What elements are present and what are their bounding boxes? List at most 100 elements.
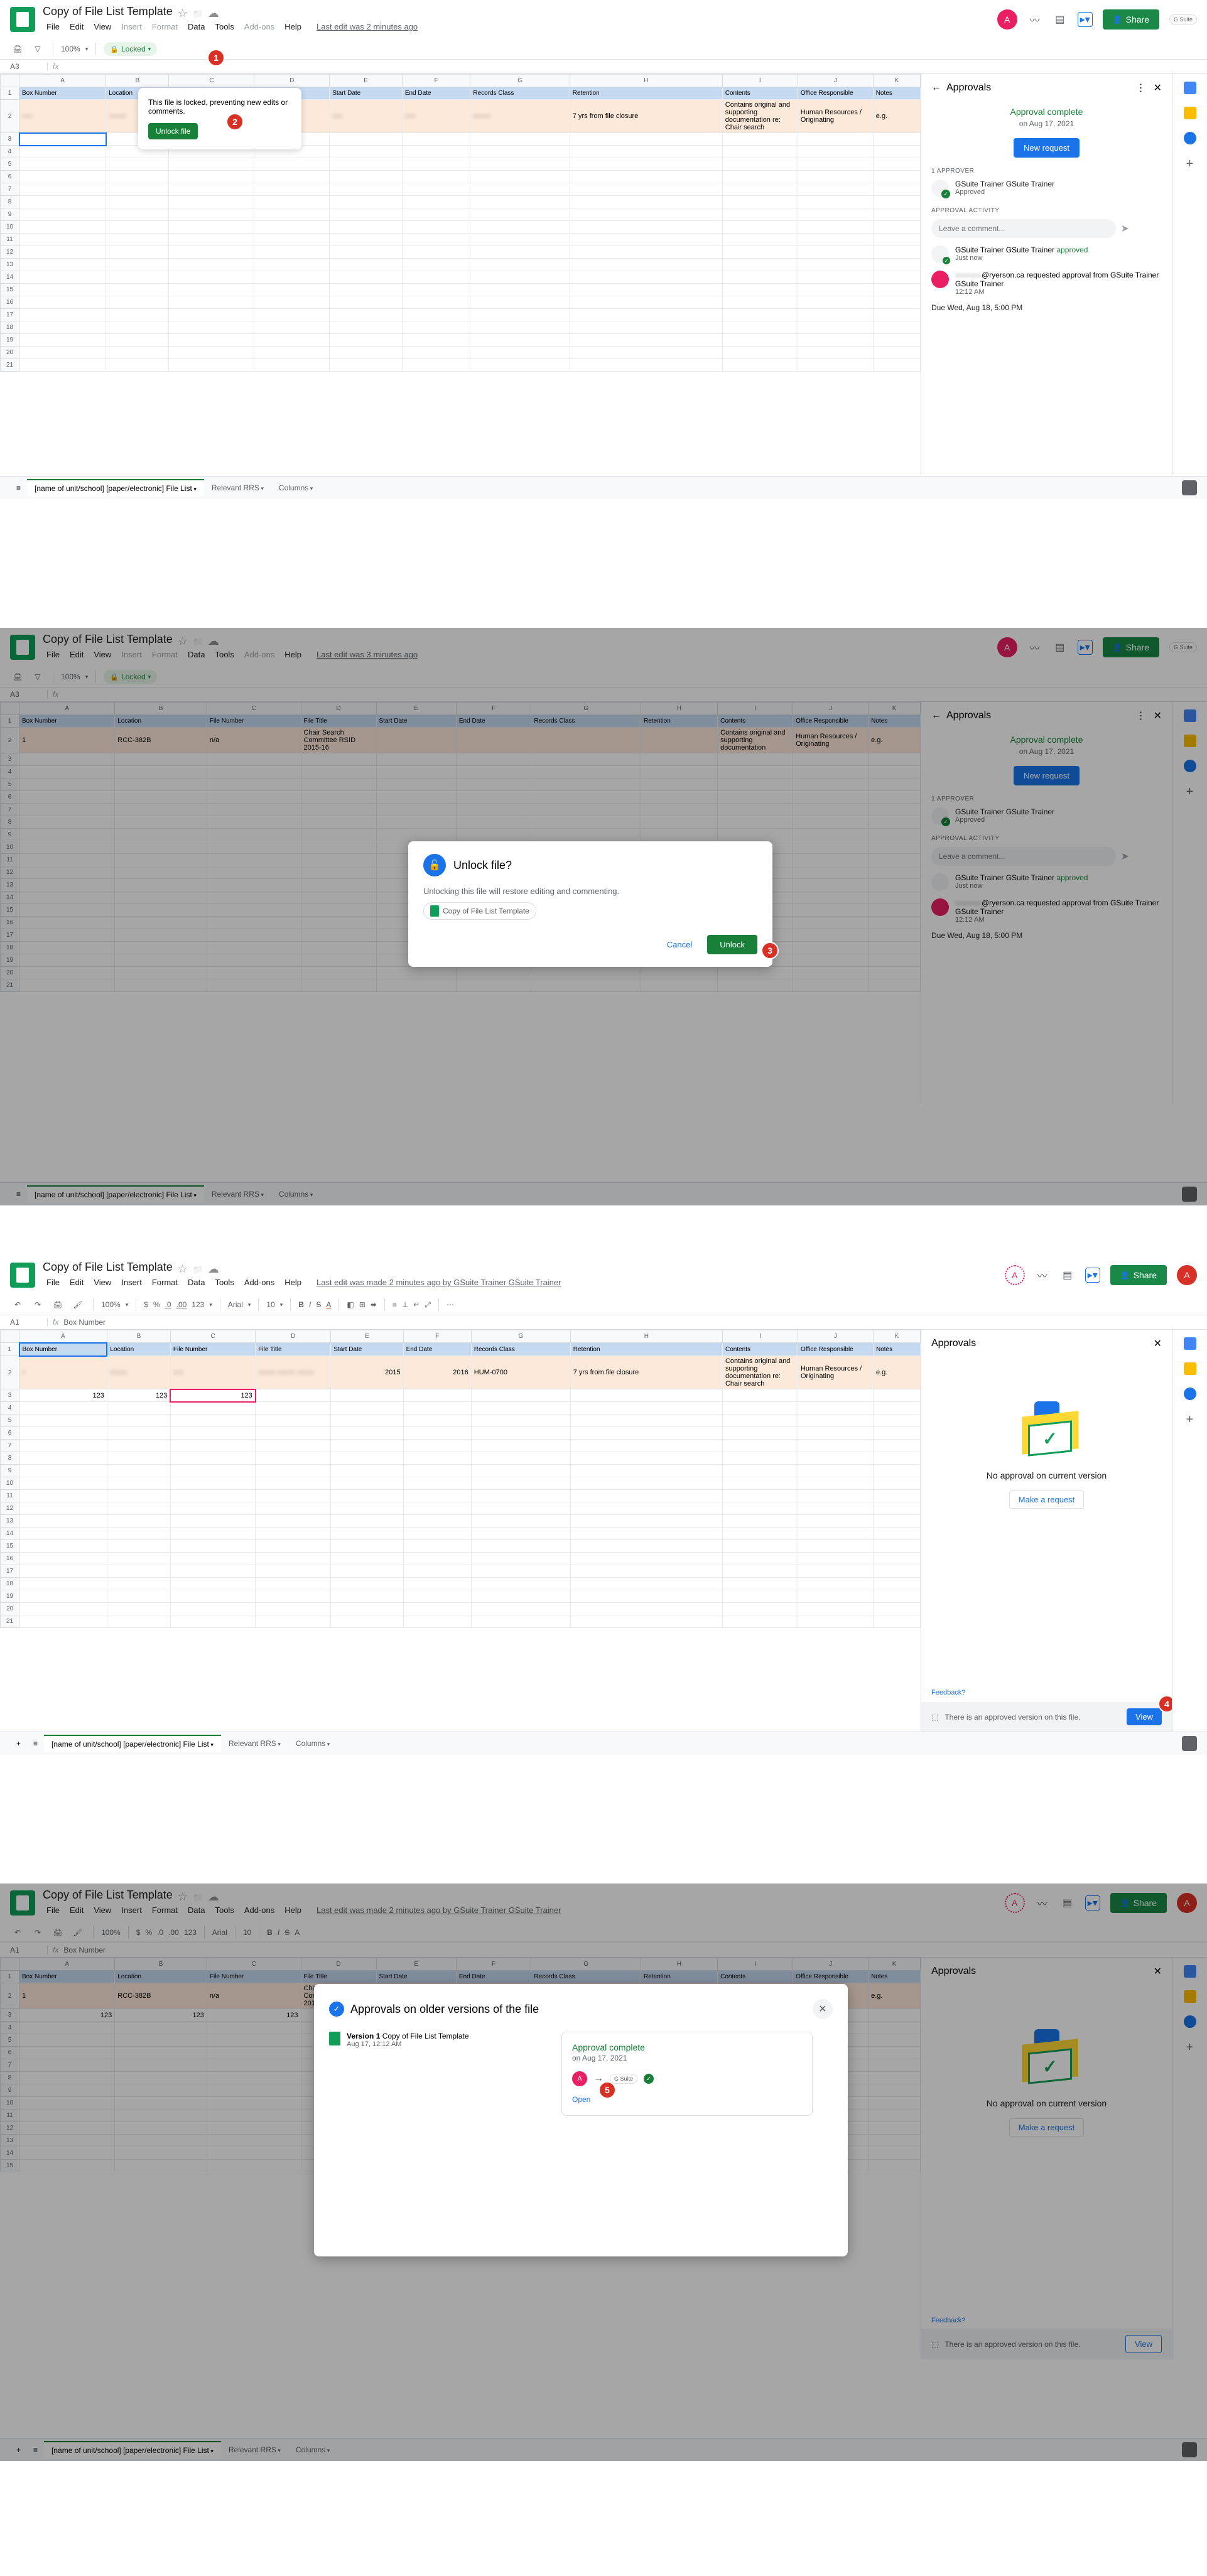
annotation-badge-5: 5	[598, 2081, 616, 2099]
new-request-button[interactable]: New request	[1014, 138, 1080, 158]
open-link[interactable]: Open	[572, 2095, 590, 2104]
star-icon[interactable]	[178, 635, 188, 645]
currency-btn[interactable]: $	[144, 1300, 148, 1309]
redo-icon[interactable]	[30, 1297, 45, 1312]
explore-icon[interactable]	[1182, 480, 1197, 495]
doc-title[interactable]: Copy of File List Template	[43, 5, 173, 18]
view-button[interactable]: View	[1125, 2335, 1162, 2353]
locked-tooltip: This file is locked, preventing new edit…	[138, 88, 301, 149]
approval-complete-label: Approval complete	[931, 107, 1162, 117]
presence-avatar[interactable]: A	[1005, 1265, 1025, 1285]
more-toolbar[interactable]: ⋯	[447, 1300, 454, 1309]
file-chip[interactable]: Copy of File List Template	[423, 902, 536, 920]
more-formats-btn[interactable]: 123	[192, 1300, 204, 1309]
menu-data[interactable]: Data	[184, 19, 208, 34]
tasks-icon[interactable]	[1184, 132, 1196, 144]
menu-file[interactable]: File	[43, 19, 63, 34]
tab-main[interactable]: [name of unit/school] [paper/electronic]…	[27, 479, 204, 497]
doc-title[interactable]: Copy of File List Template	[43, 1261, 173, 1274]
zoom-select[interactable]: 100%	[61, 45, 80, 53]
borders-btn[interactable]: ⊞	[359, 1300, 365, 1309]
tab-columns[interactable]: Columns	[271, 480, 320, 496]
unlock-file-button[interactable]: Unlock file	[148, 123, 198, 139]
undo-icon[interactable]	[10, 1297, 25, 1312]
present-icon[interactable]: ▸▾	[1078, 12, 1093, 27]
dec-increase-btn[interactable]: .00	[176, 1300, 187, 1309]
menu-view[interactable]: View	[90, 19, 115, 34]
approvals-title: Approvals	[946, 82, 1136, 94]
merge-btn[interactable]: ⬌	[371, 1300, 377, 1309]
approval-date: on Aug 17, 2021	[931, 119, 1162, 128]
approvals-modal-icon: ✓	[329, 2002, 344, 2017]
dec-decrease-btn[interactable]: .0	[165, 1300, 171, 1309]
move-folder-icon[interactable]	[193, 635, 203, 645]
font-select[interactable]: Arial	[228, 1300, 243, 1309]
valign-btn[interactable]: ⊥	[402, 1300, 408, 1309]
add-addon-icon[interactable]	[1186, 157, 1194, 171]
back-arrow-icon[interactable]	[931, 82, 946, 94]
menu-help[interactable]: Help	[281, 19, 305, 34]
last-edit-link[interactable]: Last edit was 2 minutes ago	[313, 19, 421, 34]
percent-btn[interactable]: %	[153, 1300, 160, 1309]
name-box[interactable]: A3	[10, 62, 48, 71]
calendar-icon[interactable]	[1184, 82, 1196, 94]
menu-edit[interactable]: Edit	[66, 19, 87, 34]
close-modal-icon[interactable]: ✕	[813, 1999, 833, 2019]
move-folder-icon[interactable]	[193, 7, 203, 17]
stamp-illustration	[1009, 1395, 1085, 1458]
bold-btn[interactable]: B	[298, 1300, 304, 1309]
feedback-link[interactable]: Feedback?	[931, 1689, 965, 1696]
approved-check-icon: ✓	[644, 2074, 654, 2084]
paint-format-icon[interactable]	[70, 1297, 85, 1312]
send-icon[interactable]	[1121, 222, 1129, 235]
sheets-logo[interactable]	[10, 1890, 35, 1916]
comments-icon[interactable]: ▤	[1053, 12, 1068, 27]
wrap-btn[interactable]: ↵	[413, 1300, 419, 1309]
activity-avatar: ✓	[931, 245, 949, 263]
print-icon[interactable]	[50, 1297, 65, 1312]
sheets-logo[interactable]	[10, 7, 35, 32]
cancel-button[interactable]: Cancel	[657, 935, 702, 954]
menu-insert: Insert	[117, 19, 146, 34]
make-request-button[interactable]: Make a request	[1009, 1490, 1085, 1509]
locked-chip[interactable]: Locked ▾	[104, 42, 157, 56]
filter-icon[interactable]	[30, 41, 45, 57]
share-button[interactable]: Share	[1103, 9, 1159, 30]
strike-btn[interactable]: S	[316, 1300, 321, 1309]
account-avatar[interactable]: A	[1177, 1265, 1197, 1285]
keep-icon[interactable]	[1184, 107, 1196, 119]
doc-title[interactable]: Copy of File List Template	[43, 1889, 173, 1902]
presence-avatar[interactable]: A	[997, 637, 1017, 657]
move-folder-icon[interactable]	[193, 1263, 203, 1273]
presence-avatar[interactable]: A	[997, 9, 1017, 30]
close-icon[interactable]	[1154, 82, 1162, 94]
star-icon[interactable]	[178, 7, 188, 17]
italic-btn[interactable]: I	[309, 1300, 311, 1309]
activity-icon[interactable]: 〰	[1027, 12, 1042, 27]
doc-title[interactable]: Copy of File List Template	[43, 633, 173, 646]
add-sheet-icon[interactable]: +	[10, 1739, 27, 1748]
view-button[interactable]: View	[1127, 1708, 1162, 1725]
halign-btn[interactable]: ≡	[392, 1300, 397, 1309]
unlock-button[interactable]: Unlock	[707, 935, 757, 954]
spreadsheet-grid[interactable]: ABCDEFGHIJK 1Box NumberLocationFile Numb…	[0, 1330, 921, 1628]
text-color-btn[interactable]: A	[326, 1300, 331, 1309]
sheets-logo[interactable]	[10, 1263, 35, 1288]
more-icon[interactable]	[1136, 82, 1154, 94]
older-modal-title: Approvals on older versions of the file	[350, 2003, 806, 2016]
fill-color-btn[interactable]: ◧	[347, 1300, 354, 1309]
share-button[interactable]: Share	[1103, 637, 1159, 657]
all-sheets-icon[interactable]: ≡	[10, 483, 27, 492]
version-item[interactable]: Version 1 Copy of File List Template Aug…	[329, 2032, 549, 2116]
rotate-btn[interactable]: ⤢	[425, 1300, 431, 1310]
star-icon[interactable]	[178, 1263, 188, 1273]
formula-input[interactable]: Box Number	[63, 1318, 106, 1327]
comment-input[interactable]	[931, 219, 1116, 238]
annotation-badge-3: 3	[761, 942, 779, 959]
tab-rrs[interactable]: Relevant RRS	[204, 480, 271, 496]
print-icon[interactable]	[10, 41, 25, 57]
menu-tools[interactable]: Tools	[211, 19, 237, 34]
sheets-logo[interactable]	[10, 635, 35, 660]
share-button[interactable]: Share	[1110, 1265, 1167, 1285]
font-size[interactable]: 10	[266, 1300, 274, 1309]
